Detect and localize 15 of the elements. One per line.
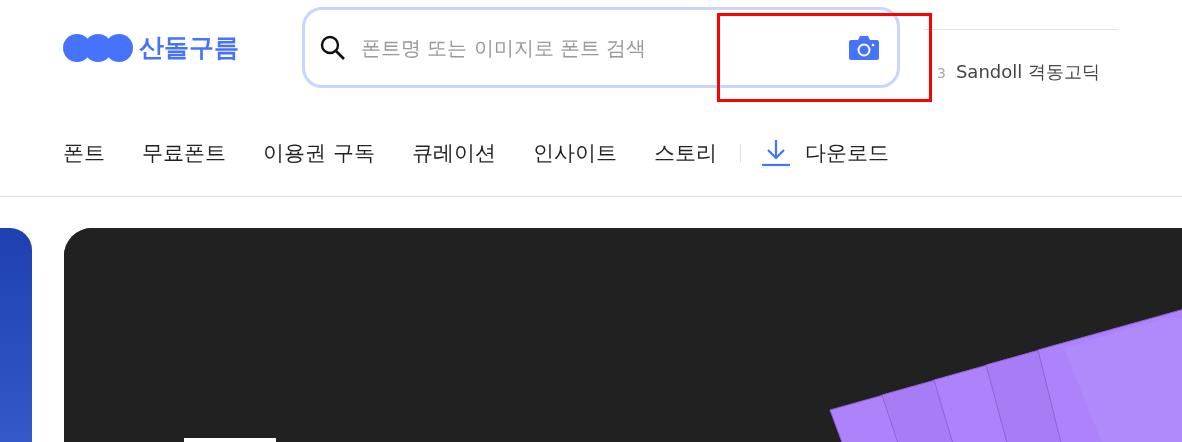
nav-item[interactable]: 인사이트 [532, 139, 617, 167]
logo-icon [63, 32, 133, 63]
camera-icon[interactable] [848, 35, 880, 61]
search-icon [320, 35, 346, 61]
nav-item[interactable]: 이용권 구독 [263, 139, 375, 167]
download-icon [760, 139, 791, 167]
nav-item[interactable]: 폰트 [63, 139, 105, 167]
rank-number: 3 [937, 65, 946, 81]
trending-font-link[interactable]: Sandoll 격동고딕 [955, 60, 1100, 84]
logo-text[interactable]: 산돌구름 [139, 31, 239, 64]
nav-item[interactable]: 무료폰트 [142, 139, 226, 167]
nav-item[interactable]: 큐레이션 [411, 139, 496, 167]
search-field[interactable]: 폰트명 또는 이미지로 폰트 검색 [302, 7, 900, 88]
download-link[interactable]: 다운로드 [804, 139, 889, 167]
nav-item[interactable]: 스토리 [653, 139, 717, 167]
